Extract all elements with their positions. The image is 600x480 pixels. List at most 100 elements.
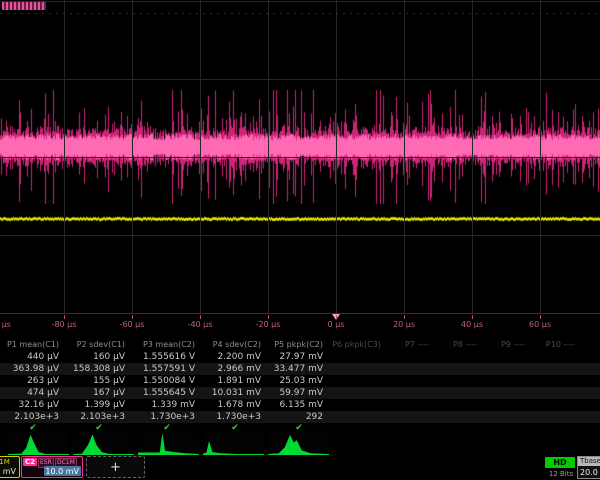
axis-tick-label: 40 µs bbox=[461, 320, 483, 329]
measurement-table: P1 mean(C1)P2 sdev(C1)P3 mean(C2)P4 sdev… bbox=[0, 339, 600, 433]
table-row: 474 µV167 µV1.555645 V10.031 mV59.97 mV bbox=[0, 387, 600, 399]
histicon-thumbnail bbox=[138, 433, 199, 455]
c2-scale-value: 10.0 mV bbox=[44, 466, 81, 476]
param-header[interactable]: P3 mean(C2) bbox=[132, 339, 202, 351]
table-cell: 1.339 mV bbox=[132, 399, 202, 411]
axis-tick bbox=[200, 315, 201, 319]
param-header[interactable]: P8 ---- bbox=[436, 339, 484, 351]
table-cell: 167 µV bbox=[66, 387, 132, 399]
hd-mode-badge[interactable]: HD bbox=[545, 457, 575, 468]
table-cell: 32.16 µV bbox=[0, 399, 66, 411]
axis-tick-label: 0 µs bbox=[328, 320, 345, 329]
table-row: 32.16 µV1.399 µV1.339 mV1.678 mV6.135 mV bbox=[0, 399, 600, 411]
channel-c2-descriptor[interactable]: C2 ESR DC1M 10.0 mV bbox=[21, 456, 83, 478]
table-cell: 1.557591 V bbox=[132, 363, 202, 375]
table-cell: 25.03 mV bbox=[268, 375, 330, 387]
axis-tick-label: 20 µs bbox=[393, 320, 415, 329]
axis-tick bbox=[404, 315, 405, 319]
status-check-row: ✔✔✔✔✔ bbox=[0, 423, 600, 433]
channel-c1-descriptor[interactable]: DC1M 0 mV bbox=[0, 456, 20, 478]
table-cell: 2.200 mV bbox=[202, 351, 268, 363]
table-cell: 1.678 mV bbox=[202, 399, 268, 411]
status-check-icon: ✔ bbox=[268, 423, 330, 433]
table-cell: 6.135 mV bbox=[268, 399, 330, 411]
grid-hline bbox=[0, 79, 600, 80]
histicon-thumbnail bbox=[203, 433, 264, 455]
param-header[interactable]: P6 pkpk(C3) bbox=[330, 339, 388, 351]
table-cell: 292 bbox=[268, 411, 330, 423]
add-trace-button[interactable]: + bbox=[86, 456, 145, 478]
c1-coupling-label: DC1M bbox=[0, 458, 10, 466]
tbase-value: 20.0 µs bbox=[578, 466, 600, 477]
timebase-axis: -100 µs -80 µs -60 µs -40 µs -20 µs 0 µs 20 µs… bbox=[0, 313, 600, 334]
param-header[interactable]: P1 mean(C1) bbox=[0, 339, 66, 351]
grid-dotted-line bbox=[0, 13, 600, 14]
axis-tick-label: -80 µs bbox=[52, 320, 77, 329]
param-header[interactable]: P2 sdev(C1) bbox=[66, 339, 132, 351]
axis-tick-label: 60 µs bbox=[529, 320, 551, 329]
hd-bits-label: 12 Bits bbox=[544, 470, 578, 478]
status-check-icon: ✔ bbox=[202, 423, 268, 433]
axis-tick-label: -20 µs bbox=[256, 320, 281, 329]
timebase-descriptor[interactable]: Tbase 20.0 µs bbox=[577, 456, 600, 479]
table-cell: 1.550084 V bbox=[132, 375, 202, 387]
axis-tick bbox=[540, 315, 541, 319]
axis-tick-label: -40 µs bbox=[188, 320, 213, 329]
axis-tick bbox=[268, 315, 269, 319]
param-header[interactable]: P5 pkpk(C2) bbox=[268, 339, 330, 351]
graticule-area[interactable] bbox=[0, 0, 600, 332]
table-cell: 363.98 µV bbox=[0, 363, 66, 375]
grid-hline bbox=[0, 235, 600, 236]
table-cell: 33.477 mV bbox=[268, 363, 330, 375]
table-cell: 59.97 mV bbox=[268, 387, 330, 399]
c2-label: C2 bbox=[23, 458, 37, 466]
table-cell: 474 µV bbox=[0, 387, 66, 399]
param-header[interactable]: P9 ---- bbox=[484, 339, 532, 351]
histicon-thumbnail bbox=[268, 433, 329, 455]
table-cell: 263 µV bbox=[0, 375, 66, 387]
table-cell: 440 µV bbox=[0, 351, 66, 363]
table-cell: 155 µV bbox=[66, 375, 132, 387]
param-header[interactable]: P4 sdev(C2) bbox=[202, 339, 268, 351]
table-cell: 1.730e+3 bbox=[132, 411, 202, 423]
table-cell: 158.308 µV bbox=[66, 363, 132, 375]
histicon-thumbnail bbox=[73, 433, 134, 455]
c1-scale-value: 0 mV bbox=[0, 467, 16, 476]
table-row: 263 µV155 µV1.550084 V1.891 mV25.03 mV bbox=[0, 375, 600, 387]
axis-tick-label: -60 µs bbox=[120, 320, 145, 329]
axis-tick bbox=[64, 315, 65, 319]
grid-hline bbox=[0, 1, 600, 2]
table-cell: 2.103e+3 bbox=[66, 411, 132, 423]
status-check-icon: ✔ bbox=[132, 423, 202, 433]
status-check-icon: ✔ bbox=[0, 423, 66, 433]
param-header[interactable]: P7 ---- bbox=[388, 339, 436, 351]
table-header-row: P1 mean(C1)P2 sdev(C1)P3 mean(C2)P4 sdev… bbox=[0, 339, 600, 351]
table-cell: 10.031 mV bbox=[202, 387, 268, 399]
table-row: 2.103e+32.103e+31.730e+31.730e+3292 bbox=[0, 411, 600, 423]
histicon-strip bbox=[0, 433, 600, 456]
param-header[interactable]: P11 bbox=[582, 339, 600, 351]
table-row: 440 µV160 µV1.555616 V2.200 mV27.97 mV bbox=[0, 351, 600, 363]
tbase-title: Tbase bbox=[578, 457, 600, 466]
table-cell: 27.97 mV bbox=[268, 351, 330, 363]
axis-tick bbox=[336, 315, 337, 319]
table-cell: 2.103e+3 bbox=[0, 411, 66, 423]
axis-tick-label: -100 µs bbox=[0, 320, 11, 329]
table-cell: 1.555645 V bbox=[132, 387, 202, 399]
bottom-descriptor-bar: DC1M 0 mV C2 ESR DC1M 10.0 mV + HD 12 Bi… bbox=[0, 455, 600, 480]
table-cell: 2.966 mV bbox=[202, 363, 268, 375]
table-cell: 1.730e+3 bbox=[202, 411, 268, 423]
table-cell: 160 µV bbox=[66, 351, 132, 363]
plus-icon: + bbox=[110, 460, 121, 475]
table-cell: 1.891 mV bbox=[202, 375, 268, 387]
table-cell: 1.399 µV bbox=[66, 399, 132, 411]
histicon-thumbnail bbox=[8, 433, 69, 455]
table-row: 363.98 µV158.308 µV1.557591 V2.966 mV33.… bbox=[0, 363, 600, 375]
param-header[interactable]: P10 ---- bbox=[532, 339, 582, 351]
top-left-pink-badge bbox=[2, 1, 46, 10]
status-check-icon: ✔ bbox=[66, 423, 132, 433]
axis-tick bbox=[132, 315, 133, 319]
table-cell: 1.555616 V bbox=[132, 351, 202, 363]
grid-hline bbox=[0, 157, 600, 158]
axis-tick bbox=[472, 315, 473, 319]
